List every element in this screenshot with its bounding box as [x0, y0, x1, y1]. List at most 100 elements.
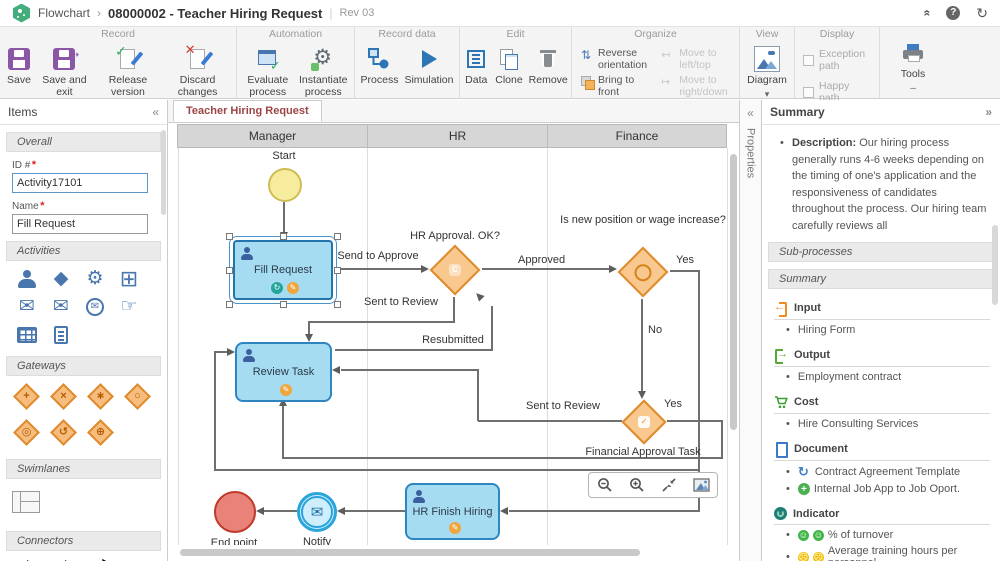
gateway-new-position[interactable] — [618, 247, 669, 298]
form-badge-icon — [449, 522, 461, 534]
flow-edge[interactable] — [482, 268, 609, 270]
gateway-plus-icon[interactable] — [13, 383, 40, 410]
items-panel-title: Items — [8, 105, 37, 119]
sidebar-scrollbar[interactable] — [161, 130, 166, 215]
breadcrumb-app[interactable]: Flowchart — [38, 6, 90, 20]
summary-scrollbar[interactable] — [992, 225, 998, 305]
flow-edge[interactable] — [308, 321, 310, 334]
gateway-loop-icon[interactable] — [50, 419, 77, 446]
task-review[interactable]: Review Task — [235, 342, 332, 402]
evaluate-process-button[interactable]: Evaluate process — [241, 44, 295, 100]
notify-message-event[interactable] — [297, 492, 337, 532]
flow-edge[interactable] — [641, 299, 643, 391]
flow-edge[interactable] — [477, 369, 479, 421]
zoom-in-icon[interactable] — [628, 476, 646, 494]
summary-indicator-header: Indicator — [774, 507, 990, 525]
expand-properties-icon[interactable]: « — [740, 106, 761, 120]
gateway-hr-approval[interactable] — [430, 245, 481, 296]
save-button[interactable]: Save — [4, 44, 34, 88]
flow-edge[interactable] — [509, 510, 700, 512]
tools-button[interactable]: Tools — [898, 38, 928, 96]
instantiate-process-button[interactable]: Instantiate process — [297, 44, 351, 100]
gateway-star-icon[interactable] — [87, 383, 114, 410]
person-task-icon[interactable] — [10, 265, 44, 293]
move-to-left-top-button[interactable]: Move to left/top — [661, 48, 731, 71]
envelope-circle-icon[interactable] — [78, 293, 112, 321]
lane-border — [547, 148, 548, 545]
move-to-right-down-button[interactable]: Move to right/down — [661, 75, 731, 98]
lane-header-hr[interactable]: HR — [367, 124, 548, 148]
gear-service-icon[interactable]: ⚙ — [78, 265, 112, 293]
task-hr-finish[interactable]: HR Finish Hiring — [405, 483, 500, 540]
activities-grid: ◆ ⚙ ⊞ ✉ ✉ ☞ — [10, 265, 150, 349]
diamond-activity-icon[interactable]: ◆ — [44, 265, 78, 293]
flow-edge[interactable] — [308, 321, 455, 323]
flow-edge[interactable] — [283, 202, 285, 232]
remove-button[interactable]: Remove — [527, 44, 570, 88]
process-button[interactable]: Process — [359, 44, 401, 88]
reverse-orientation-button[interactable]: Reverse orientation — [580, 48, 653, 71]
diagram-button[interactable]: Diagram — [745, 44, 789, 102]
flow-edge[interactable] — [335, 268, 421, 270]
ribbon-toolbar: Record Save Save and exit Release versio… — [0, 27, 1000, 99]
id-input[interactable] — [12, 173, 148, 193]
lane-header-manager[interactable]: Manager — [177, 124, 368, 148]
start-event-node[interactable] — [268, 168, 302, 202]
flow-edge[interactable] — [282, 406, 284, 459]
envelope-icon[interactable]: ✉ — [10, 293, 44, 321]
clone-button[interactable]: Clone — [493, 44, 524, 88]
data-button[interactable]: Data — [461, 44, 491, 88]
vertical-scrollbar[interactable] — [730, 154, 737, 430]
release-version-button[interactable]: Release version — [95, 44, 161, 100]
edge-label: No — [648, 324, 662, 336]
canvas-zoom-toolbar — [588, 472, 718, 498]
diagram-tab[interactable]: Teacher Hiring Request — [173, 100, 322, 122]
open-envelope-icon[interactable]: ✉ — [44, 293, 78, 321]
instantiate-process-icon — [310, 46, 336, 72]
end-event-node[interactable] — [214, 491, 256, 533]
flow-edge[interactable] — [667, 420, 723, 422]
edge-label: Yes — [664, 398, 682, 410]
lane-header-finance[interactable]: Finance — [547, 124, 727, 148]
image-export-icon[interactable] — [692, 476, 710, 494]
gateway-circle-icon[interactable] — [124, 383, 151, 410]
collapse-panel-icon[interactable]: « — [152, 105, 159, 119]
properties-tab[interactable]: Properties — [745, 128, 757, 178]
flow-edge[interactable] — [264, 510, 297, 512]
script-icon[interactable] — [44, 321, 78, 349]
flow-edge[interactable] — [214, 351, 216, 471]
discard-changes-button[interactable]: Discard changes — [163, 44, 232, 100]
collapse-ribbon-icon[interactable] — [920, 10, 934, 17]
happy-path-checkbox[interactable] — [803, 87, 814, 98]
zoom-out-icon[interactable] — [596, 476, 614, 494]
expand-panel-icon[interactable]: » — [985, 105, 992, 119]
flow-edge[interactable] — [214, 469, 700, 471]
save-and-exit-button[interactable]: Save and exit — [36, 44, 93, 100]
refresh-icon[interactable] — [976, 5, 988, 22]
flow-edge[interactable] — [335, 349, 493, 351]
swimlane-grid-icon[interactable] — [12, 491, 40, 513]
flow-edge[interactable] — [345, 510, 405, 512]
gateway-double-circle-icon[interactable] — [13, 419, 40, 446]
remove-icon — [535, 46, 561, 72]
bring-to-front-button[interactable]: Bring to front — [580, 75, 653, 98]
fit-view-icon[interactable] — [660, 476, 678, 494]
gateway-financial-approval[interactable] — [621, 399, 666, 444]
grid-table-icon[interactable] — [10, 321, 44, 349]
flow-edge[interactable] — [341, 369, 478, 371]
edge-label: Resubmitted — [403, 334, 503, 346]
properties-strip: « Properties — [740, 100, 762, 561]
list-item: % of turnover — [786, 529, 990, 541]
flow-edge[interactable] — [670, 270, 700, 272]
plus-square-icon[interactable]: ⊞ — [112, 265, 146, 293]
name-input[interactable] — [12, 214, 148, 234]
gateway-plus-circle-icon[interactable] — [87, 419, 114, 446]
exception-path-checkbox[interactable] — [803, 55, 814, 66]
gateway-x-icon[interactable] — [50, 383, 77, 410]
hand-icon[interactable]: ☞ — [112, 293, 146, 321]
simulation-button[interactable]: Simulation — [402, 44, 455, 88]
help-icon[interactable] — [946, 6, 960, 20]
task-fill-request[interactable]: Fill Request — [233, 240, 333, 300]
flow-edge[interactable] — [478, 420, 622, 422]
horizontal-scrollbar[interactable] — [180, 549, 640, 556]
